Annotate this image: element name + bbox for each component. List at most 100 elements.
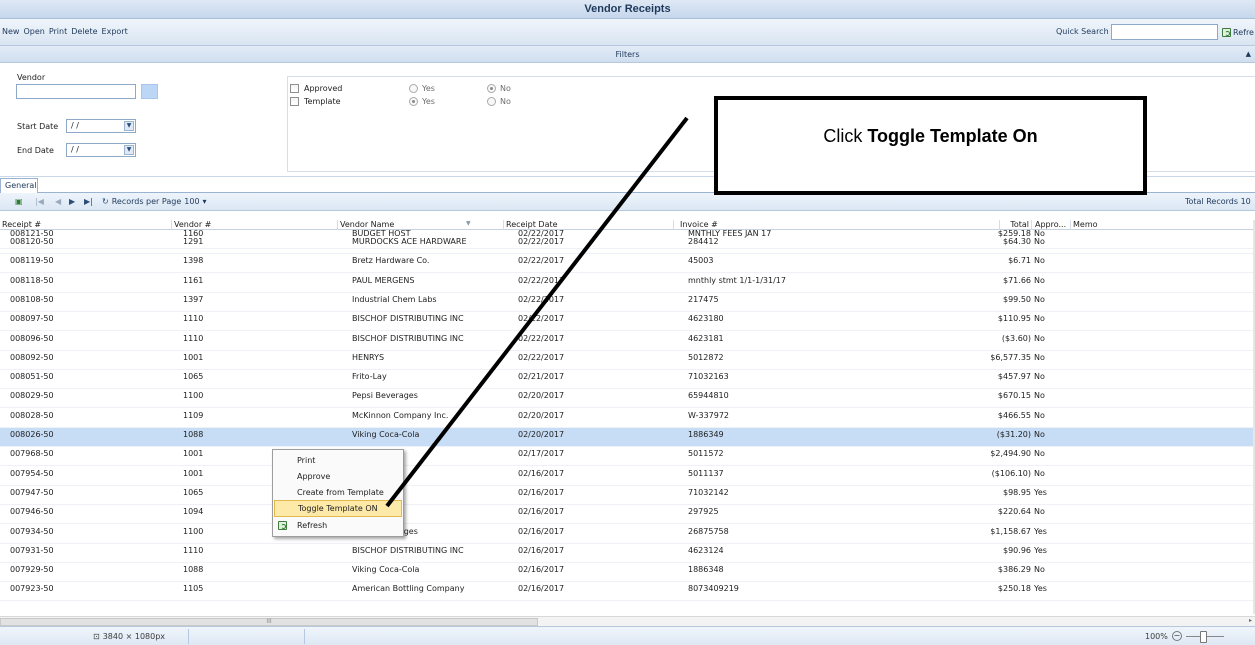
open-button[interactable]: Open <box>23 27 44 36</box>
table-row[interactable]: 008028-50 1109 McKinnon Company Inc. 02/20/… <box>0 409 1253 428</box>
refresh-icon <box>1222 27 1231 37</box>
cell-total: $1,158.67 <box>990 526 1031 536</box>
cell-approved: No <box>1034 333 1045 343</box>
cell-invoice: 4623124 <box>688 545 724 555</box>
cell-vendor-no: 1065 <box>183 487 204 497</box>
table-row[interactable]: 008051-50 1065 Frito-Lay 02/21/2017 71032163… <box>0 370 1253 390</box>
table-row[interactable]: 007923-50 1105 American Bottling Company 02… <box>0 582 1253 602</box>
zoom-slider[interactable] <box>1185 630 1224 643</box>
quick-search-input[interactable] <box>1111 24 1218 40</box>
template-yes-radio[interactable] <box>409 97 418 106</box>
template-no-radio[interactable] <box>487 97 496 106</box>
tab-general[interactable]: General <box>0 178 38 193</box>
vendor-lookup-button[interactable] <box>141 84 158 99</box>
col-vendor-no[interactable]: Vendor # <box>172 220 338 230</box>
cell-date: 02/22/2017 <box>518 314 565 324</box>
table-row[interactable]: 007954-50 1001 02/16/2017 5011137 ($106.10) N… <box>0 467 1253 486</box>
table-row[interactable]: 007946-50 1094 02/16/2017 297925 $220.64 No <box>0 505 1253 525</box>
cell-total: $6.71 <box>1008 256 1031 266</box>
end-date-input[interactable]: / / ▼ <box>66 143 136 157</box>
table-row[interactable]: 008120-50 1291 MURDOCKS ACE HARDWARE 02/22/… <box>0 235 1253 254</box>
scroll-right-icon[interactable]: ▸ <box>1249 617 1252 624</box>
cell-vendor-name: HENRYS <box>352 352 385 362</box>
col-receipt[interactable]: Receipt # <box>0 220 172 230</box>
end-date-dropdown-icon[interactable]: ▼ <box>124 145 134 155</box>
next-page-icon[interactable]: ▶ <box>69 197 75 206</box>
menu-item-print[interactable]: Print <box>274 452 402 469</box>
table-row[interactable]: 007931-50 1110 BISCHOF DISTRIBUTING INC 02/… <box>0 544 1253 563</box>
template-checkbox[interactable] <box>290 97 299 106</box>
records-per-page[interactable]: ↻ Records per Page 100 ▾ <box>102 197 207 206</box>
cell-date: 02/22/2017 <box>518 352 565 362</box>
table-row[interactable]: 007934-501100Pepsi Beverages02/16/201726… <box>0 525 1253 544</box>
table-row[interactable]: 008092-50 1001 HENRYS 02/22/2017 5012872 $6,5… <box>0 351 1253 370</box>
table-row[interactable]: 008029-50 1100 Pepsi Beverages 02/20/2017 65… <box>0 389 1253 409</box>
collapse-icon[interactable]: ▲ <box>1246 46 1251 63</box>
cell-vendor-name: BISCHOF DISTRIBUTING INC <box>352 333 464 343</box>
cell-vendor-name: Viking Coca-Cola <box>352 430 420 439</box>
col-receipt-date[interactable]: Receipt Date <box>504 220 674 230</box>
menu-item-toggle-template[interactable]: Toggle Template ON <box>274 500 402 517</box>
cell-receipt: 008096-50 <box>10 333 54 343</box>
table-row[interactable]: 008096-50 1110 BISCHOF DISTRIBUTING INC 02/… <box>0 332 1253 351</box>
col-memo[interactable]: Memo <box>1071 220 1253 230</box>
cell-vendor-no: 1094 <box>183 507 204 517</box>
monitor-icon: ⊡ <box>93 632 100 641</box>
zoom-out-icon[interactable]: − <box>1171 631 1182 641</box>
table-row[interactable]: 007968-50 1001 02/17/2017 5011572 $2,494.90 N… <box>0 447 1253 467</box>
export-button[interactable]: Export <box>102 27 128 36</box>
table-row[interactable]: 008119-50 1398 Bretz Hardware Co. 02/22/201… <box>0 254 1253 274</box>
cell-vendor-no: 1088 <box>183 430 204 439</box>
menu-item-create-from-template[interactable]: Create from Template <box>274 484 402 501</box>
cell-receipt: 007929-50 <box>10 565 54 575</box>
table-row[interactable]: 008108-50 1397 Industrial Chem Labs 02/22/2… <box>0 293 1253 312</box>
grid-header: Receipt # Vendor # Vendor Name Receipt D… <box>0 220 1255 230</box>
table-row[interactable]: 007929-50 1088 Viking Coca-Cola 02/16/2017 1… <box>0 563 1253 583</box>
table-row[interactable]: 008118-50 1161 PAUL MERGENS 02/22/2017 mnthl… <box>0 274 1253 293</box>
menu-item-refresh[interactable]: Refresh <box>274 517 402 534</box>
refresh-button[interactable]: Refre <box>1222 24 1254 40</box>
horizontal-scrollbar[interactable]: III ▸ <box>0 616 1255 626</box>
filters-header[interactable]: Filters ▲ <box>0 46 1255 63</box>
col-approved[interactable]: Appro... <box>1033 220 1071 230</box>
col-vendor-name[interactable]: Vendor Name <box>338 220 504 230</box>
table-row[interactable]: 008097-50 1110 BISCHOF DISTRIBUTING INC 02/… <box>0 312 1253 332</box>
status-divider <box>188 629 189 644</box>
cell-invoice: 5011137 <box>688 468 724 478</box>
cell-vendor-no: 1110 <box>183 333 204 343</box>
col-total[interactable]: Total <box>1000 220 1032 230</box>
cell-total: $220.64 <box>997 507 1031 517</box>
export-grid-icon[interactable]: ▣ <box>15 197 23 206</box>
start-date-dropdown-icon[interactable]: ▼ <box>124 121 134 131</box>
cell-invoice: 4623180 <box>688 314 724 324</box>
last-page-icon[interactable]: ▶| <box>84 197 93 206</box>
cell-vendor-name: BISCHOF DISTRIBUTING INC <box>352 314 464 324</box>
first-page-icon[interactable]: |◀ <box>35 197 44 206</box>
new-button[interactable]: New <box>2 27 19 36</box>
cell-date: 02/20/2017 <box>518 430 565 439</box>
resolution-readout: ⊡ 3840 × 1080px <box>93 632 165 641</box>
approved-checkbox[interactable] <box>290 84 299 93</box>
vendor-input[interactable] <box>16 84 136 99</box>
cell-approved: No <box>1034 275 1045 285</box>
print-button[interactable]: Print <box>49 27 67 36</box>
cell-approved: No <box>1034 256 1045 266</box>
cell-vendor-no: 1398 <box>183 256 204 266</box>
table-row[interactable]: 007947-50 1065 02/16/2017 71032142 $98.95 Yes <box>0 486 1253 505</box>
cell-total: $64.30 <box>1003 237 1031 246</box>
col-invoice[interactable]: Invoice # <box>674 220 1000 230</box>
table-row[interactable]: 008026-50 1088 Viking Coca-Cola 02/20/2017 1… <box>0 428 1253 447</box>
cell-invoice: 1886349 <box>688 430 724 439</box>
start-date-input[interactable]: / / ▼ <box>66 119 136 133</box>
cell-receipt: 007946-50 <box>10 507 54 517</box>
scroll-thumb[interactable]: III <box>0 618 538 626</box>
grid-body: 008121-50 1160 BUDGET HOST 02/22/2017 MNTHLY… <box>0 230 1253 614</box>
cell-total: $670.15 <box>997 391 1031 401</box>
approved-no-radio[interactable] <box>487 84 496 93</box>
delete-button[interactable]: Delete <box>71 27 97 36</box>
cell-vendor-name: American Bottling Company <box>352 584 465 594</box>
menu-item-approve[interactable]: Approve <box>274 468 402 485</box>
end-date-label: End Date <box>17 146 54 155</box>
prev-page-icon[interactable]: ◀ <box>55 197 61 206</box>
approved-yes-radio[interactable] <box>409 84 418 93</box>
